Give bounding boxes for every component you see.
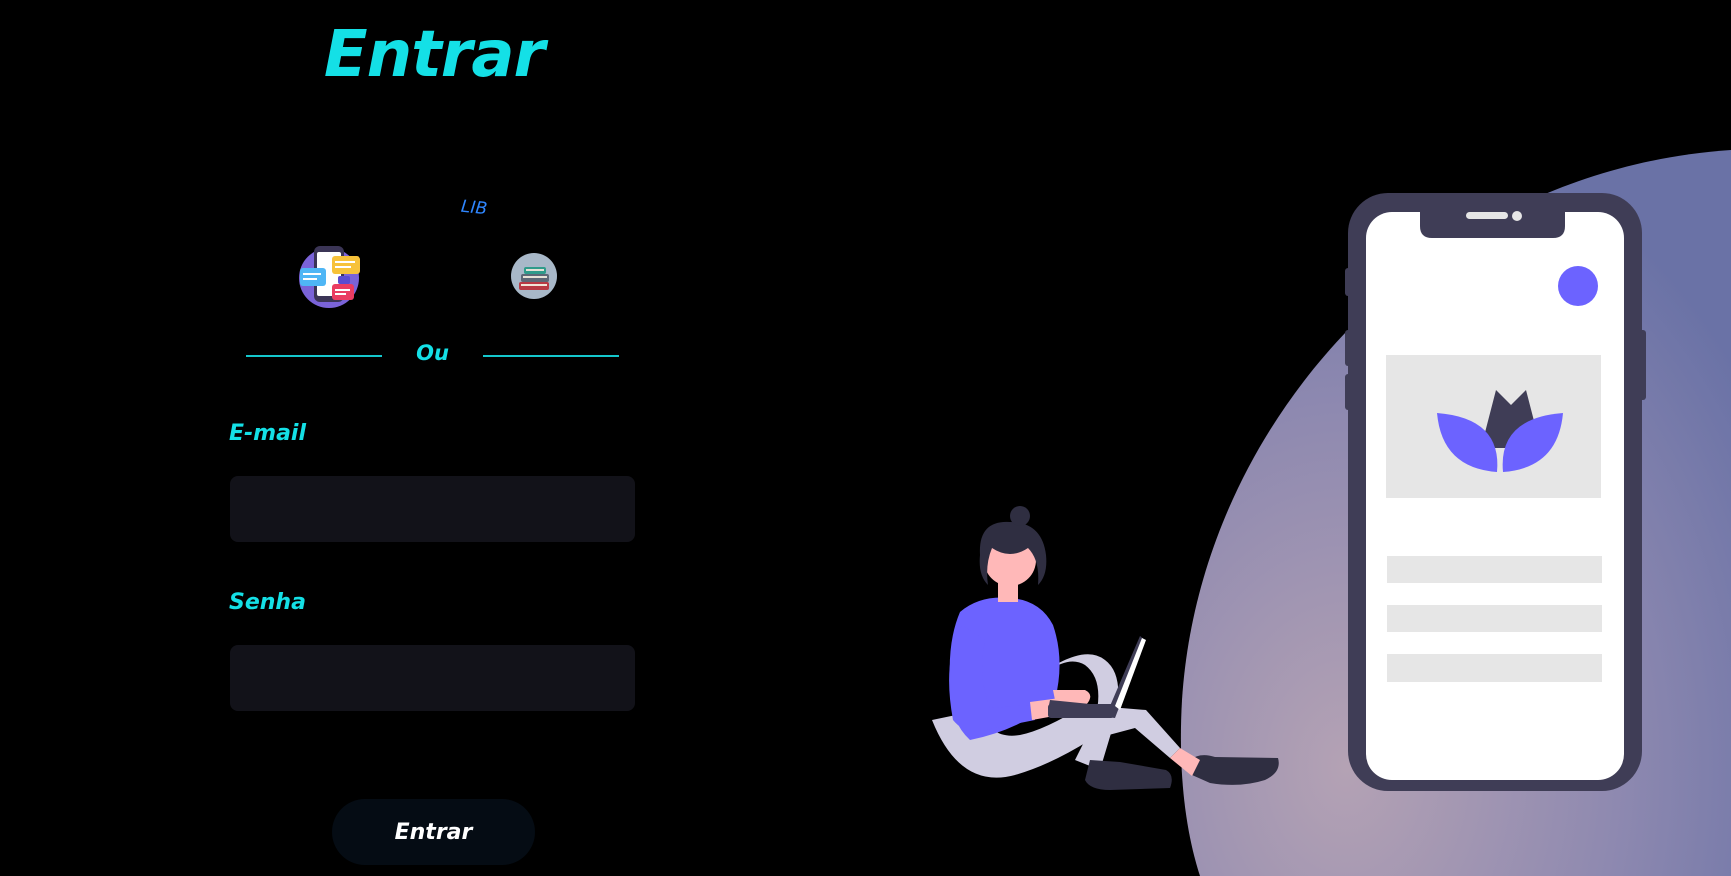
login-panel: Entrar LIB Ou E-mail Senha Entrar xyxy=(0,0,870,876)
divider-right-line xyxy=(483,355,619,357)
phone-illustration xyxy=(1345,193,1646,791)
login-illustration xyxy=(932,150,1731,876)
divider-left-line xyxy=(246,355,382,357)
chat-app-icon[interactable] xyxy=(294,240,364,310)
page-title: Entrar xyxy=(323,18,545,92)
password-label: Senha xyxy=(229,590,306,615)
password-input[interactable] xyxy=(230,645,635,711)
divider-or-text: Ou xyxy=(416,341,449,365)
books-icon[interactable] xyxy=(510,252,558,300)
email-label: E-mail xyxy=(229,421,307,446)
login-submit-button[interactable]: Entrar xyxy=(332,799,535,865)
email-input[interactable] xyxy=(230,476,635,542)
lib-logo-text: LIB xyxy=(460,196,489,220)
